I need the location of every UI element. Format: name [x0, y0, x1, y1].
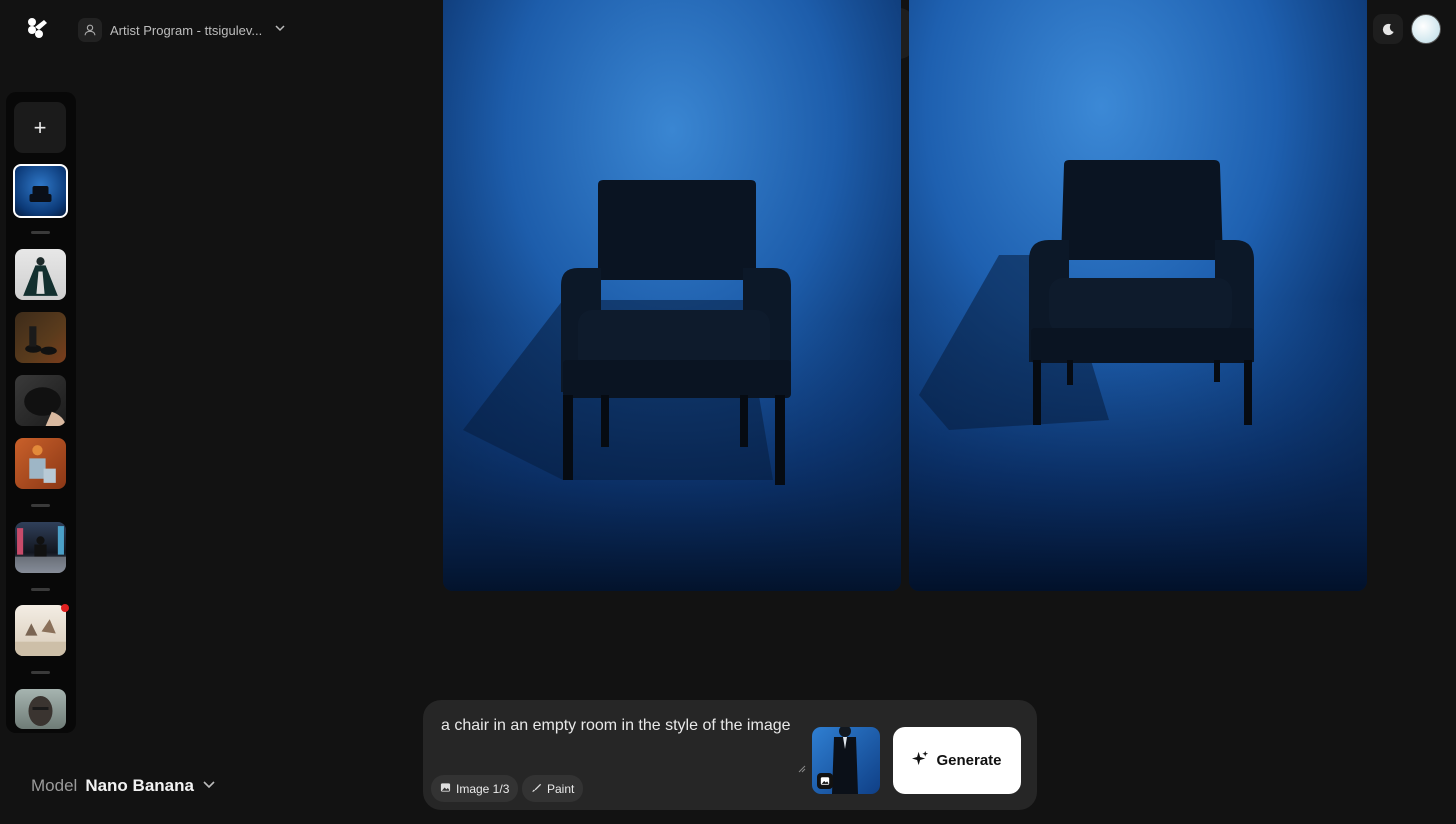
history-thumbnail[interactable] [15, 689, 66, 729]
history-thumbnail[interactable] [15, 522, 66, 573]
unread-indicator [61, 604, 69, 612]
creatures-thumbnail [15, 619, 66, 656]
chair-thumbnail [29, 186, 52, 202]
helmet-thumbnail [24, 387, 66, 426]
image-reference-chip[interactable]: Image 1/3 [431, 775, 519, 802]
city-thumbnail [15, 526, 66, 573]
history-thumbnail[interactable] [15, 605, 66, 656]
reference-image-thumbnail[interactable] [812, 727, 880, 794]
account-switcher[interactable]: Artist Program - ttsigulev... [78, 17, 286, 43]
boots-thumbnail [25, 326, 57, 355]
user-icon [78, 18, 102, 42]
generate-button[interactable]: Generate [893, 727, 1021, 794]
sparkle-icon [912, 750, 929, 771]
avatar[interactable] [1411, 14, 1441, 44]
history-rail: + [6, 92, 76, 733]
new-session-button[interactable]: + [14, 102, 66, 153]
history-thumbnail[interactable] [15, 438, 66, 489]
portrait-thumbnail [28, 696, 53, 726]
theme-toggle-button[interactable] [1373, 14, 1403, 44]
generated-image-1[interactable] [443, 0, 901, 591]
chevron-down-icon [202, 776, 216, 796]
group-separator [31, 231, 50, 234]
group-separator [31, 504, 50, 507]
generated-image-2[interactable] [909, 0, 1367, 591]
image-icon [440, 782, 451, 796]
prompt-input[interactable] [441, 714, 801, 770]
history-thumbnail[interactable] [15, 312, 66, 363]
seated-figure-thumbnail [29, 445, 56, 483]
resize-handle-icon[interactable] [796, 760, 806, 773]
generate-label: Generate [936, 752, 1002, 769]
model-selector[interactable]: Model Nano Banana [31, 776, 216, 796]
paintbrush-icon [531, 782, 542, 796]
history-thumbnail-selected[interactable] [13, 164, 68, 218]
image-icon [817, 773, 833, 789]
history-thumbnail[interactable] [15, 249, 66, 300]
history-thumbnail[interactable] [15, 375, 66, 426]
figure-thumbnail [23, 257, 58, 296]
brand-logo-icon[interactable] [26, 17, 50, 41]
blue-chair-image [443, 0, 901, 591]
paint-chip-label: Paint [547, 781, 575, 796]
paint-chip[interactable]: Paint [522, 775, 584, 802]
prompt-composer: Image 1/3 Paint Generate [423, 700, 1037, 810]
image-chip-label: Image 1/3 [456, 781, 510, 796]
blue-chair-image [909, 0, 1367, 591]
account-name: Artist Program - ttsigulev... [110, 22, 263, 38]
group-separator [31, 671, 50, 674]
moon-icon [1382, 23, 1394, 35]
model-value: Nano Banana [85, 776, 194, 795]
plus-icon: + [33, 114, 47, 140]
chevron-down-icon [274, 21, 286, 39]
model-label: Model [31, 776, 78, 795]
group-separator [31, 588, 50, 591]
